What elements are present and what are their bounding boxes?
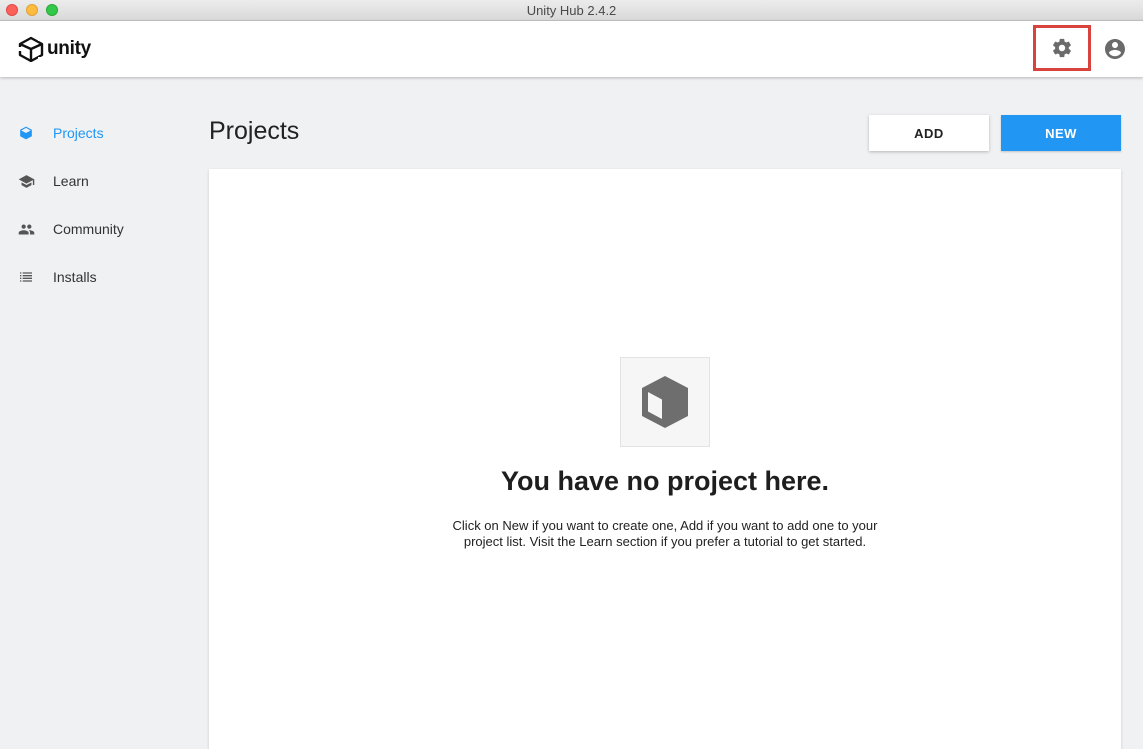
- add-project-button[interactable]: ADD: [869, 115, 989, 151]
- sidebar: Projects Learn Community Installs: [0, 109, 190, 301]
- page-title: Projects: [209, 117, 300, 145]
- sidebar-item-installs[interactable]: Installs: [0, 253, 190, 301]
- sidebar-item-learn[interactable]: Learn: [0, 157, 190, 205]
- new-project-button[interactable]: NEW: [1001, 115, 1121, 151]
- cube-icon: [642, 376, 688, 428]
- account-button[interactable]: [1103, 37, 1127, 61]
- sidebar-item-label: Community: [53, 221, 124, 237]
- empty-state-description: Click on New if you want to create one, …: [452, 518, 878, 549]
- settings-button[interactable]: [1033, 25, 1091, 71]
- list-icon: [17, 268, 35, 286]
- window-maximize-button[interactable]: [46, 4, 58, 16]
- sidebar-item-label: Projects: [53, 125, 104, 141]
- projects-panel: You have no project here. Click on New i…: [209, 169, 1121, 749]
- sidebar-item-label: Learn: [53, 173, 89, 189]
- sidebar-item-projects[interactable]: Projects: [0, 109, 190, 157]
- logo-text: unity: [47, 38, 91, 59]
- sidebar-item-label: Installs: [53, 269, 97, 285]
- unity-logo-icon: [18, 36, 44, 62]
- people-icon: [17, 220, 35, 238]
- window-titlebar: Unity Hub 2.4.2: [0, 0, 1143, 21]
- graduation-cap-icon: [17, 172, 35, 190]
- window-minimize-button[interactable]: [26, 4, 38, 16]
- account-circle-icon: [1105, 39, 1125, 59]
- sidebar-item-community[interactable]: Community: [0, 205, 190, 253]
- window-close-button[interactable]: [6, 4, 18, 16]
- empty-state-title: You have no project here.: [500, 466, 830, 496]
- window-controls: [6, 4, 58, 16]
- unity-logo[interactable]: unity: [18, 36, 91, 62]
- app-header: unity: [0, 21, 1143, 77]
- window-title: Unity Hub 2.4.2: [526, 2, 617, 18]
- gear-icon: [1053, 38, 1071, 58]
- empty-state-icon-box: [620, 357, 710, 447]
- cube-icon: [17, 124, 35, 142]
